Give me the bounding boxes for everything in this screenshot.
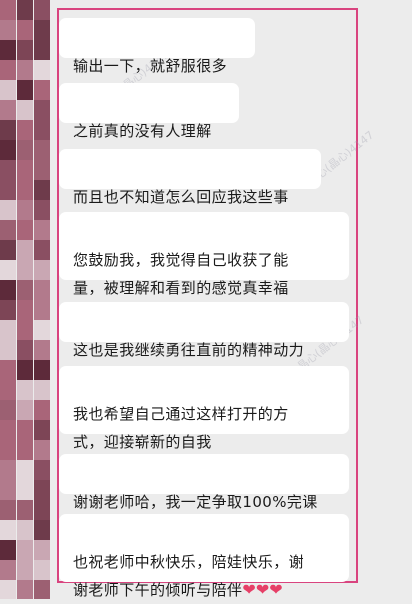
- chat-bubble: 谢谢老师哈，我一定争取100%完课: [59, 454, 349, 511]
- blurred-avatar-column: [0, 0, 50, 599]
- message-text: 这也是我继续勇往直前的精神动力: [73, 341, 305, 359]
- chat-bubble: 输出一下，就舒服很多: [59, 18, 255, 75]
- message-text: 您鼓励我，我觉得自己收获了能 量，被理解和看到的感觉真幸福: [73, 251, 289, 297]
- chat-bubble: 也祝老师中秋快乐，陪娃快乐，谢 谢老师下午的倾听与陪伴❤❤❤: [59, 514, 349, 599]
- chat-bubble: 我也希望自己通过这样打开的方 式，迎接崭新的自我: [59, 366, 349, 451]
- message-text: 输出一下，就舒服很多: [73, 57, 228, 75]
- message-text: 之前真的没有人理解: [73, 122, 212, 140]
- chat-bubble: 这也是我继续勇往直前的精神动力: [59, 302, 349, 359]
- heart-emoji-icon: ❤❤❤: [242, 580, 283, 599]
- message-text: 谢谢老师哈，我一定争取100%完课: [73, 493, 318, 511]
- chat-bubble: 您鼓励我，我觉得自己收获了能 量，被理解和看到的感觉真幸福: [59, 212, 349, 297]
- message-text: 而且也不知道怎么回应我这些事: [73, 188, 289, 206]
- chat-bubble: 之前真的没有人理解: [59, 83, 239, 140]
- chat-bubble: 而且也不知道怎么回应我这些事: [59, 149, 321, 206]
